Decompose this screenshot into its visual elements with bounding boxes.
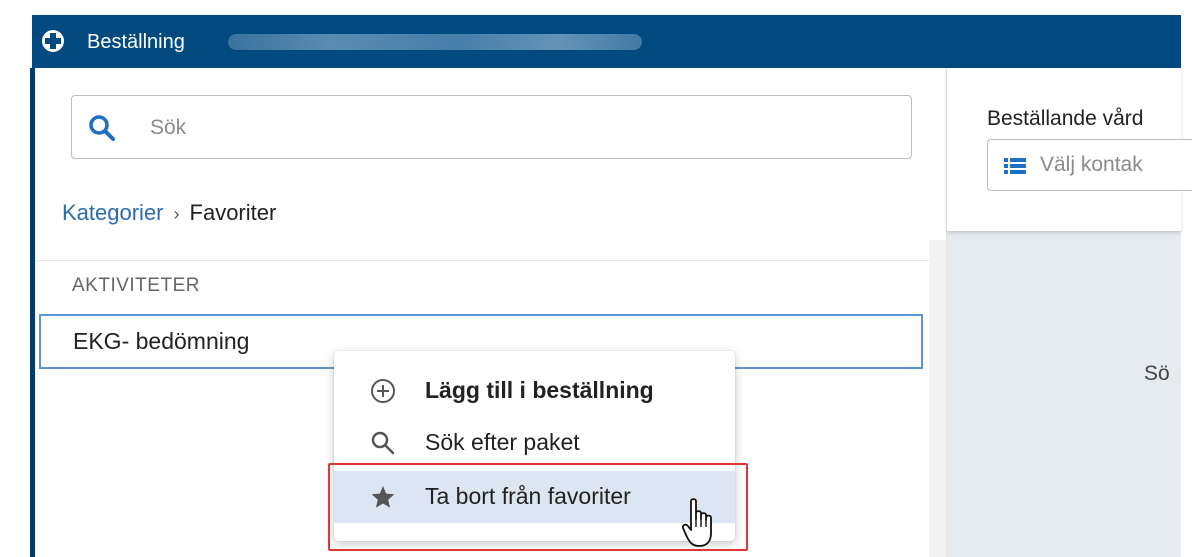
hand-cursor-icon bbox=[681, 497, 718, 554]
search-icon bbox=[370, 430, 396, 461]
breadcrumb-current: Favoriter bbox=[189, 200, 277, 225]
search-field[interactable] bbox=[71, 95, 912, 159]
ordering-unit-label: Beställande vård bbox=[987, 107, 1144, 130]
menu-item-label: Lägg till i beställning bbox=[425, 377, 654, 403]
empty-state-text: Sö bbox=[1144, 362, 1170, 385]
plus-circle-outline-icon bbox=[370, 378, 396, 409]
menu-item-label: Sök efter paket bbox=[425, 429, 580, 455]
breadcrumb-separator: › bbox=[173, 204, 180, 224]
search-input[interactable] bbox=[148, 109, 892, 147]
plus-circle-icon bbox=[42, 30, 64, 52]
window-title: Beställning bbox=[87, 31, 185, 53]
contact-placeholder: Välj kontak bbox=[1040, 153, 1143, 176]
order-panel: Beställande vård Välj kontak Sö bbox=[947, 68, 1192, 557]
section-title: AKTIVITETER bbox=[72, 275, 200, 296]
scrollbar[interactable] bbox=[929, 240, 947, 557]
redacted-patient-info bbox=[228, 34, 642, 50]
order-header: Beställande vård Välj kontak bbox=[947, 68, 1192, 231]
app-window: Beställning Kategorier › Favoriter AKTIVIT… bbox=[0, 0, 1192, 557]
menu-item-search-package[interactable]: Sök efter paket bbox=[334, 417, 735, 469]
list-icon bbox=[1004, 157, 1026, 180]
contact-select[interactable]: Välj kontak bbox=[987, 139, 1192, 191]
menu-item-add-to-order[interactable]: Lägg till i beställning bbox=[334, 365, 735, 417]
list-item-label: EKG- bedömning bbox=[73, 328, 250, 354]
left-edge bbox=[0, 68, 32, 557]
breadcrumb: Kategorier › Favoriter bbox=[62, 200, 276, 227]
section-divider bbox=[35, 260, 929, 261]
search-icon bbox=[88, 114, 116, 147]
breadcrumb-kategorier-link[interactable]: Kategorier bbox=[62, 200, 164, 225]
title-bar: Beställning bbox=[32, 15, 1181, 68]
